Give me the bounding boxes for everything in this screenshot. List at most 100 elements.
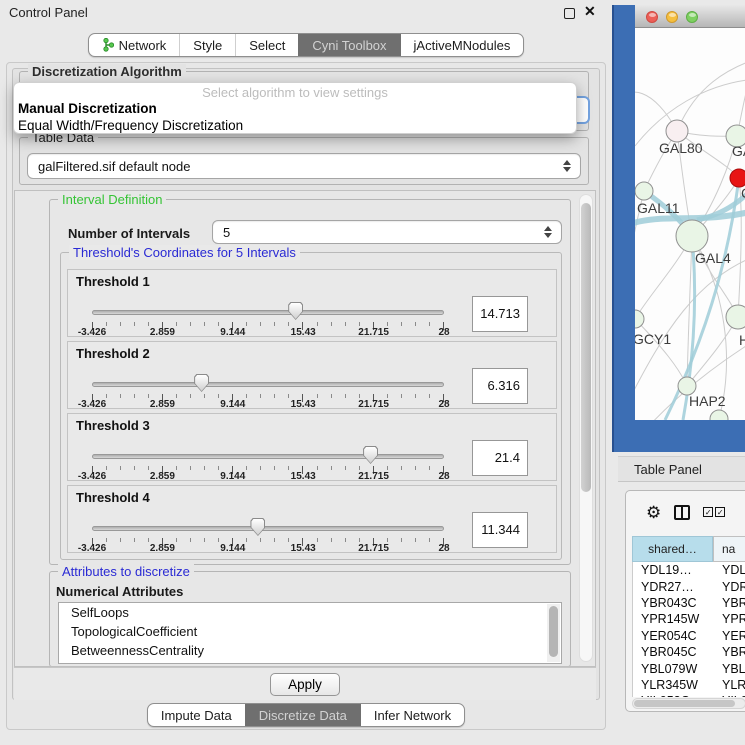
tab-network[interactable]: Network <box>89 34 180 56</box>
group-title: Interval Definition <box>58 192 166 207</box>
app-root: Control Panel ✕ Network Style Select Cyni T… <box>0 0 745 745</box>
attribute-item-topologicalcoefficient[interactable]: TopologicalCoefficient <box>59 622 561 641</box>
column-header-shared-name[interactable]: shared… <box>632 536 713 562</box>
cell-name: YPR1 <box>715 612 745 626</box>
tab-label: Impute Data <box>161 708 232 723</box>
slider-tick-labels: -3.4262.8599.14415.4321.71528 <box>92 471 444 483</box>
table-toolbar: ⚙ ✓ ✓ <box>626 491 745 533</box>
tab-jactivemnodules[interactable]: jActiveMNodules <box>400 34 524 56</box>
threshold-label: Threshold 4 <box>76 490 150 505</box>
panel-title: Control Panel <box>9 5 88 20</box>
threshold-1-box: Threshold 1-3.4262.8599.14415.4321.71528… <box>67 269 557 337</box>
table-row[interactable]: YLR345WYLR3 <box>633 677 745 693</box>
network-window-titlebar[interactable] <box>635 5 745 28</box>
network-node-gal4[interactable] <box>676 220 708 252</box>
network-node-gal11[interactable] <box>635 182 653 200</box>
network-node[interactable] <box>710 410 728 420</box>
network-node-gcy1[interactable] <box>635 310 644 328</box>
number-of-intervals-value: 5 <box>213 225 541 240</box>
tab-cyni-toolbox[interactable]: Cyni Toolbox <box>298 34 399 56</box>
table-row[interactable]: YBR045CYBR0 <box>633 644 745 660</box>
cell-name: YDR2 <box>715 580 745 594</box>
slider-handle[interactable] <box>288 302 303 320</box>
close-traffic-light[interactable] <box>646 11 658 23</box>
tab-label: Cyni Toolbox <box>312 38 386 53</box>
table-row[interactable]: YBR043CYBR0 <box>633 595 745 611</box>
close-icon[interactable]: ✕ <box>584 3 596 20</box>
attributes-list[interactable]: SelfLoopsTopologicalCoefficientBetweenne… <box>58 602 562 664</box>
apply-button[interactable]: Apply <box>270 673 340 696</box>
interval-definition-group: Interval Definition Number of Intervals … <box>49 199 571 565</box>
attributes-list-scrollbar[interactable] <box>547 604 560 662</box>
table-panel-card: ⚙ ✓ ✓ shared… na YDL19…YDL1YDR27…YDR2YBR… <box>625 490 745 712</box>
threshold-slider[interactable] <box>92 298 444 322</box>
table-data-value: galFiltered.sif default node <box>28 159 560 174</box>
threshold-value-field[interactable]: 6.316 <box>472 368 528 404</box>
cell-name: YBR0 <box>715 645 745 659</box>
threshold-slider[interactable] <box>92 514 444 538</box>
threshold-value-field[interactable]: 14.713 <box>472 296 528 332</box>
network-node-h[interactable] <box>726 305 745 329</box>
slider-track[interactable] <box>92 310 444 315</box>
slider-handle[interactable] <box>363 446 378 464</box>
table-rows[interactable]: YDL19…YDL1YDR27…YDR2YBR043CYBR0YPR145WYP… <box>632 562 745 697</box>
tab-label: Style <box>193 38 222 53</box>
tab-impute-data[interactable]: Impute Data <box>148 704 245 726</box>
slider-handle[interactable] <box>194 374 209 392</box>
minimize-traffic-light[interactable] <box>666 11 678 23</box>
table-row[interactable]: YPR145WYPR1 <box>633 611 745 627</box>
tab-infer-network[interactable]: Infer Network <box>360 704 464 726</box>
tab-discretize-data[interactable]: Discretize Data <box>245 704 360 726</box>
attribute-item-betweennesscentrality[interactable]: BetweennessCentrality <box>59 641 561 660</box>
attribute-item-selfloops[interactable]: SelfLoops <box>59 603 561 622</box>
table-horizontal-scrollbar[interactable] <box>632 698 745 709</box>
threshold-4-box: Threshold 4-3.4262.8599.14415.4321.71528… <box>67 485 557 553</box>
cell-shared-name: YER054C <box>633 629 715 643</box>
slider-track[interactable] <box>92 454 444 459</box>
cell-shared-name: YBR043C <box>633 596 715 610</box>
table-row[interactable]: YER054CYER0 <box>633 628 745 644</box>
algorithm-option-manual-discretization[interactable]: Manual Discretization <box>14 101 576 118</box>
table-row[interactable]: YDR27…YDR2 <box>633 578 745 594</box>
top-tab-bar: Network Style Select Cyni Toolbox jActiveMNo… <box>0 33 612 57</box>
network-node-gal80[interactable] <box>666 120 688 142</box>
algorithm-option-equal-width-frequency-discretization[interactable]: Equal Width/Frequency Discretization <box>14 118 576 134</box>
dropdown-placeholder: Select algorithm to view settings <box>14 85 576 101</box>
network-canvas[interactable]: GAL80GACGAL11GAL4GCY1HHAP2 <box>635 28 745 420</box>
slider-tick-labels: -3.4262.8599.14415.4321.71528 <box>92 399 444 411</box>
settings-scrollbar[interactable] <box>579 194 593 662</box>
number-of-intervals-select[interactable]: 5 <box>212 220 562 244</box>
zoom-traffic-light[interactable] <box>686 11 698 23</box>
columns-icon[interactable] <box>674 505 690 520</box>
cell-name: YBL0 <box>715 662 745 676</box>
slider-track[interactable] <box>92 526 444 531</box>
select-columns-icons[interactable]: ✓ ✓ <box>703 507 725 517</box>
float-window-icon[interactable] <box>564 8 575 19</box>
gear-icon[interactable]: ⚙ <box>646 504 661 521</box>
tab-label: Infer Network <box>374 708 451 723</box>
table-data-select[interactable]: galFiltered.sif default node <box>27 153 581 179</box>
group-title: Discretization Algorithm <box>28 64 186 79</box>
table-row[interactable]: YIL052CYIL0 <box>633 693 745 697</box>
column-header-name[interactable]: na <box>713 536 745 562</box>
cell-name: YDL1 <box>715 563 745 577</box>
threshold-value-field[interactable]: 21.4 <box>472 440 528 476</box>
tab-label: Network <box>119 38 167 53</box>
threshold-slider[interactable] <box>92 370 444 394</box>
cell-shared-name: YBL079W <box>633 662 715 676</box>
network-node-label: C <box>741 185 745 201</box>
table-row[interactable]: YDL19…YDL1 <box>633 562 745 578</box>
cell-shared-name: YIL052C <box>633 694 715 697</box>
threshold-label: Threshold 3 <box>76 418 150 433</box>
cell-shared-name: YBR045C <box>633 645 715 659</box>
table-row[interactable]: YBL079WYBL0 <box>633 660 745 676</box>
threshold-3-box: Threshold 3 -3.4262.8599.14415.4321.71528… <box>67 413 557 481</box>
threshold-value-field[interactable]: 11.344 <box>472 512 528 548</box>
slider-handle[interactable] <box>250 518 265 536</box>
tab-select[interactable]: Select <box>235 34 298 56</box>
threshold-slider[interactable] <box>92 442 444 466</box>
threshold-label: Threshold 1 <box>76 274 150 289</box>
slider-track[interactable] <box>92 382 444 387</box>
tab-style[interactable]: Style <box>179 34 235 56</box>
settings-scroll-panel: Interval Definition Number of Intervals … <box>14 190 596 667</box>
